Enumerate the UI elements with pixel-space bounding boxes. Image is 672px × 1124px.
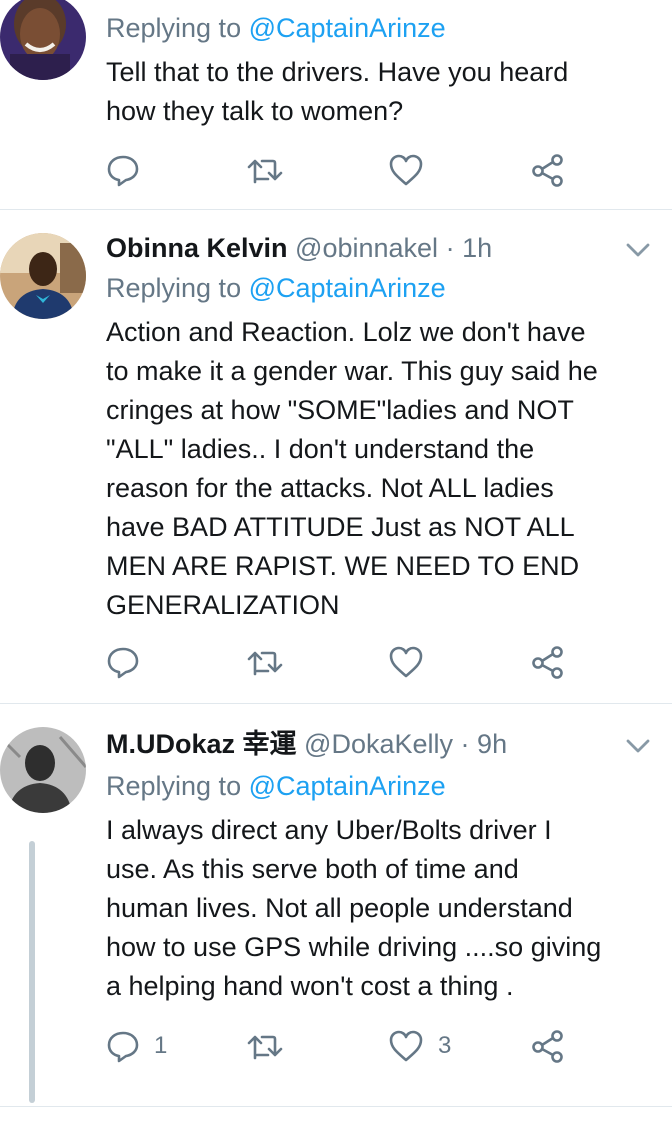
display-name[interactable]: Obinna Kelvin [106, 233, 288, 263]
tweet-text-line: human lives. Not all people understand [106, 893, 573, 923]
share-button[interactable] [530, 644, 566, 680]
replying-to: Replying to @CaptainArinze [106, 770, 446, 802]
like-button[interactable] [388, 644, 424, 680]
chevron-down-icon [626, 243, 650, 257]
share-button[interactable] [530, 152, 566, 188]
action-bar [106, 644, 646, 680]
timestamp[interactable]: 1h [462, 233, 492, 263]
replying-to: Replying to @CaptainArinze [106, 12, 446, 44]
tweet-text-line: MEN ARE RAPIST. WE NEED TO END [106, 551, 580, 581]
tweet-text: Tell that to the drivers. Have you heard… [106, 53, 656, 131]
separator-dot: · [445, 233, 455, 263]
mention-link[interactable]: @CaptainArinze [249, 771, 446, 801]
replying-to-label: Replying to [106, 771, 242, 801]
tweet-1[interactable]: Replying to @CaptainArinze Tell that to … [0, 0, 672, 210]
tweet-text-line: a helping hand won't cost a thing . [106, 971, 514, 1001]
action-bar [106, 152, 646, 188]
tweet-text-line: "ALL" ladies.. I don't understand the [106, 434, 535, 464]
like-button[interactable]: 3 [388, 1028, 451, 1064]
like-count: 3 [438, 1032, 452, 1059]
tweet-text-line: use. As this serve both of time and [106, 854, 519, 884]
tweet-text-line: how to use GPS while driving ....so givi… [106, 932, 602, 962]
reply-button[interactable] [106, 152, 140, 188]
timestamp[interactable]: 9h [477, 729, 507, 759]
replying-to: Replying to @CaptainArinze [106, 272, 446, 304]
tweet-text-line: Action and Reaction. Lolz we don't have [106, 317, 586, 347]
replying-to-label: Replying to [106, 13, 242, 43]
more-options-button[interactable] [624, 736, 652, 756]
action-bar: 1 3 [106, 1028, 646, 1064]
heart-icon [389, 154, 423, 186]
tweet-text-line: reason for the attacks. Not ALL ladies [106, 473, 554, 503]
retweet-icon [247, 651, 283, 676]
thread-line [29, 841, 35, 1103]
reply-button[interactable]: 1 [106, 1028, 167, 1064]
tweet-2[interactable]: Obinna Kelvin @obinnakel · 1h Replying t… [0, 210, 672, 703]
reply-icon [107, 647, 139, 679]
avatar[interactable] [0, 727, 86, 813]
divider [0, 1106, 672, 1107]
like-button[interactable] [388, 152, 424, 188]
avatar[interactable] [0, 0, 86, 80]
tweet-text-line: have BAD ATTITUDE Just as NOT ALL [106, 512, 575, 542]
heart-icon [389, 1030, 423, 1062]
share-icon [532, 646, 563, 679]
reply-icon [107, 155, 139, 187]
replying-to-label: Replying to [106, 273, 242, 303]
chevron-down-icon [626, 739, 650, 753]
avatar[interactable] [0, 233, 86, 319]
tweet-3[interactable]: M.UDokaz 幸運 @DokaKelly · 9h Replying to … [0, 704, 672, 1106]
user-handle[interactable]: @obinnakel [295, 233, 438, 263]
separator-dot: · [460, 729, 470, 759]
retweet-icon [247, 1035, 283, 1060]
tweet-text-line: I always direct any Uber/Bolts driver I [106, 815, 552, 845]
share-icon [532, 1030, 563, 1063]
more-options-button[interactable] [624, 240, 652, 260]
user-handle[interactable]: @DokaKelly [304, 729, 453, 759]
share-icon [532, 154, 563, 187]
tweet-text-line: cringes at how "SOME"ladies and NOT [106, 395, 574, 425]
mention-link[interactable]: @CaptainArinze [249, 273, 446, 303]
display-name[interactable]: M.UDokaz 幸運 [106, 729, 297, 759]
reply-count: 1 [154, 1032, 168, 1059]
heart-icon [389, 646, 423, 678]
reply-button[interactable] [106, 644, 140, 680]
tweet-text: I always direct any Uber/Bolts driver I … [106, 811, 656, 1006]
mention-link[interactable]: @CaptainArinze [249, 13, 446, 43]
tweet-header: M.UDokaz 幸運 @DokaKelly · 9h [106, 728, 507, 760]
tweet-text: Action and Reaction. Lolz we don't have … [106, 313, 656, 625]
tweet-text-line: to make it a gender war. This guy said h… [106, 356, 598, 386]
reply-icon [107, 1031, 139, 1063]
share-button[interactable] [530, 1028, 566, 1064]
tweet-text-line: how they talk to women? [106, 96, 404, 126]
tweet-text-line: GENERALIZATION [106, 590, 340, 620]
retweet-button[interactable] [246, 152, 284, 188]
retweet-icon [247, 159, 283, 184]
retweet-button[interactable] [246, 1028, 284, 1064]
tweet-text-line: Tell that to the drivers. Have you heard [106, 57, 569, 87]
retweet-button[interactable] [246, 644, 284, 680]
tweet-header: Obinna Kelvin @obinnakel · 1h [106, 232, 492, 264]
